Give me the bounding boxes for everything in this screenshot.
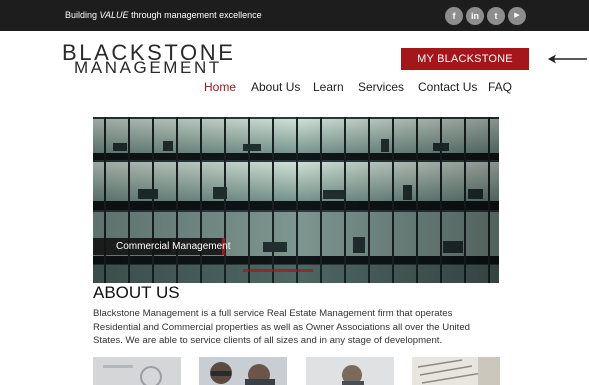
nav-contact-us[interactable]: Contact Us	[418, 80, 477, 94]
thumbnail-image[interactable]	[93, 357, 181, 385]
twitter-icon[interactable]: t	[487, 7, 505, 25]
thumbnail-image[interactable]	[199, 357, 287, 385]
youtube-icon[interactable]: ▶	[508, 7, 526, 25]
facebook-icon[interactable]: f	[445, 7, 463, 25]
linkedin-icon[interactable]: in	[466, 7, 484, 25]
nav-faq[interactable]: FAQ	[488, 80, 512, 94]
about-paragraph: Blackstone Management is a full service …	[93, 308, 470, 347]
tagline: Building VALUE through management excell…	[65, 10, 262, 20]
tagline-suffix: through management excellence	[128, 10, 262, 20]
my-blackstone-button[interactable]: MY BLACKSTONE	[401, 48, 529, 70]
thumbnail-image[interactable]	[412, 357, 500, 385]
nav-about-us[interactable]: About Us	[251, 80, 300, 94]
tagline-emphasis: VALUE	[99, 10, 129, 20]
nav-home[interactable]: Home	[204, 80, 236, 94]
top-bar: Building VALUE through management excell…	[0, 0, 589, 31]
logo-line-2: MANAGEMENT	[74, 58, 222, 77]
arrow-left-icon	[548, 54, 587, 64]
nav-learn[interactable]: Learn	[313, 80, 344, 94]
nav-services[interactable]: Services	[358, 80, 404, 94]
about-heading: ABOUT US	[93, 283, 180, 302]
thumbnail-image[interactable]	[306, 357, 394, 385]
hero-image	[93, 117, 499, 283]
hero-caption: Commercial Management	[93, 238, 231, 255]
tagline-prefix: Building	[65, 10, 100, 20]
